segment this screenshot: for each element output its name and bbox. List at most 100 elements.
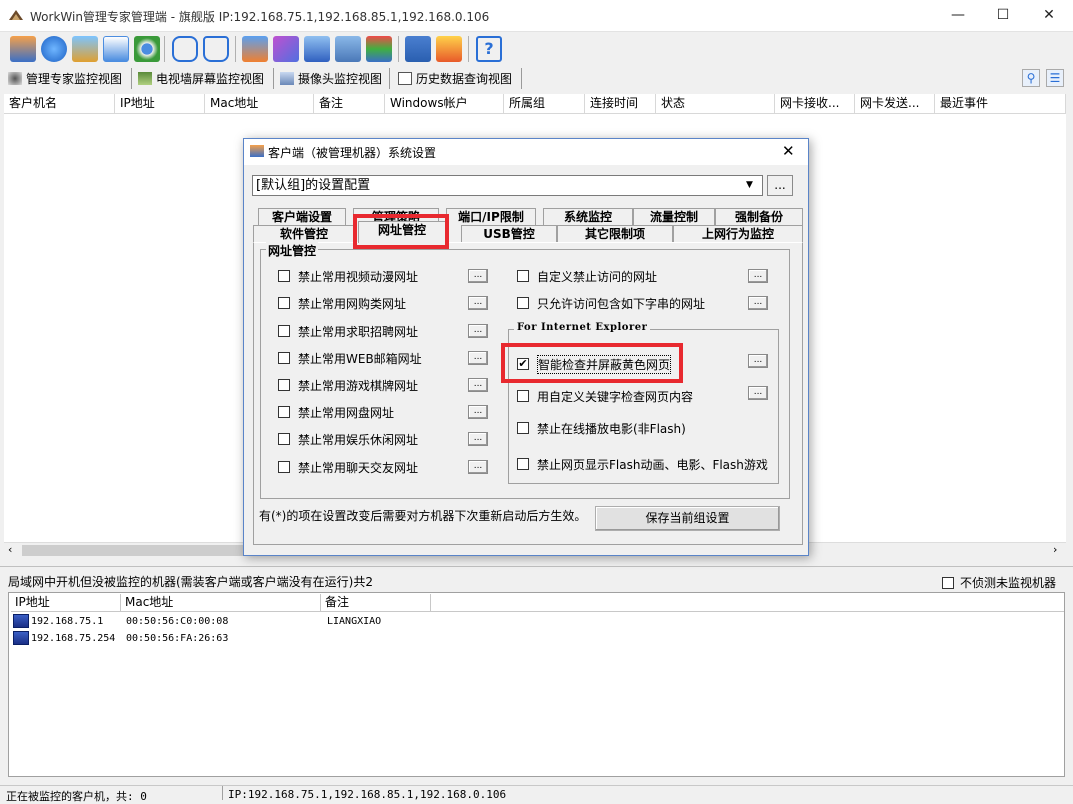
tab-software-control[interactable]: 软件管控 — [253, 225, 355, 242]
edit-list-button[interactable]: ... — [468, 460, 488, 474]
tab-tv-wall-view[interactable]: 电视墙屏幕监控视图 — [134, 68, 274, 89]
option-block-netdisk[interactable]: 禁止常用网盘网址 — [278, 404, 394, 420]
column-header[interactable]: 所属组 — [504, 94, 585, 114]
edit-list-button[interactable]: ... — [748, 354, 768, 368]
minimize-button[interactable]: — — [935, 0, 981, 30]
checkbox[interactable] — [278, 379, 290, 391]
column-header[interactable]: 网卡发送... — [855, 94, 935, 114]
checkbox[interactable] — [517, 297, 529, 309]
edit-list-button[interactable]: ... — [468, 378, 488, 392]
list-view-icon[interactable]: ☰ — [1046, 69, 1064, 87]
checkbox[interactable] — [517, 390, 529, 402]
checkbox[interactable] — [278, 297, 290, 309]
checkbox[interactable] — [278, 352, 290, 364]
magnifier-tools-icon[interactable] — [304, 36, 330, 62]
checkbox[interactable] — [517, 422, 529, 434]
option-allow-only-url[interactable]: 只允许访问包含如下字串的网址 — [517, 295, 705, 311]
option-custom-block-url[interactable]: 自定义禁止访问的网址 — [517, 268, 657, 284]
row-mac[interactable]: 00:50:56:FA:26:63 — [126, 633, 228, 644]
alarm-schedule-icon[interactable] — [436, 36, 462, 62]
remote-screen-icon[interactable] — [242, 36, 268, 62]
option-block-chat[interactable]: 禁止常用聊天交友网址 — [278, 459, 418, 475]
column-header[interactable]: 状态 — [656, 94, 775, 114]
row-ip[interactable]: 192.168.75.254 — [31, 633, 115, 644]
broadcast-icon[interactable] — [273, 36, 299, 62]
checkbox[interactable] — [278, 270, 290, 282]
edit-list-button[interactable]: ... — [748, 386, 768, 400]
column-header[interactable]: 最近事件 — [935, 94, 1066, 114]
checkbox[interactable] — [517, 270, 529, 282]
checkbox[interactable] — [517, 458, 529, 470]
checkbox-checked[interactable]: ✔ — [517, 358, 529, 370]
edit-list-button[interactable]: ... — [468, 296, 488, 310]
option-block-shopping[interactable]: 禁止常用网购类网址 — [278, 295, 406, 311]
option-block-games[interactable]: 禁止常用游戏棋牌网址 — [278, 377, 418, 393]
option-block-entertainment[interactable]: 禁止常用娱乐休闲网址 — [278, 431, 418, 447]
tab-client-settings[interactable]: 客户端设置 — [258, 208, 346, 225]
tab-history-view[interactable]: 历史数据查询视图 — [394, 68, 522, 89]
tab-traffic-control[interactable]: 流量控制 — [633, 208, 715, 225]
column-header[interactable]: 备注 — [314, 94, 385, 114]
splitter[interactable] — [0, 566, 1073, 570]
row-note[interactable]: LIANGXIAO — [327, 616, 381, 627]
grid-nodes-icon[interactable] — [172, 36, 198, 62]
tab-web-behavior[interactable]: 上网行为监控 — [673, 225, 803, 242]
ip-config-icon[interactable] — [405, 36, 431, 62]
document-search-icon[interactable] — [103, 36, 129, 62]
tab-other-limits[interactable]: 其它限制项 — [557, 225, 673, 242]
option-smart-porn-filter[interactable]: ✔ 智能检查并屏蔽黄色网页 — [517, 354, 672, 374]
edit-list-button[interactable]: ... — [748, 296, 768, 310]
column-header[interactable]: 连接时间 — [585, 94, 656, 114]
option-block-webmail[interactable]: 禁止常用WEB邮箱网址 — [278, 350, 422, 366]
column-header[interactable]: Windows帐户 — [385, 94, 504, 114]
no-detect-checkbox[interactable] — [942, 576, 954, 589]
tab-camera-view[interactable]: 摄像头监控视图 — [276, 68, 390, 89]
save-group-button[interactable]: 保存当前组设置 — [595, 506, 780, 531]
tab-monitor-view[interactable]: 管理专家监控视图 — [4, 68, 132, 89]
chart-report-icon[interactable] — [366, 36, 392, 62]
close-window-button[interactable]: ✕ — [1026, 0, 1072, 30]
chevron-down-icon[interactable]: ▼ — [746, 180, 753, 190]
dialog-close-button[interactable]: ✕ — [782, 142, 795, 160]
column-header[interactable]: Mac地址 — [121, 594, 321, 612]
column-header[interactable]: IP地址 — [115, 94, 205, 114]
search-icon[interactable]: ⚲ — [1022, 69, 1040, 87]
tab-usb-control[interactable]: USB管控 — [461, 225, 557, 242]
no-detect-option[interactable]: 不侦测未监视机器 — [942, 574, 1056, 591]
column-header[interactable]: Mac地址 — [205, 94, 314, 114]
tab-system-monitor[interactable]: 系统监控 — [543, 208, 633, 225]
edit-list-button[interactable]: ... — [748, 269, 768, 283]
option-block-online-movie[interactable]: 禁止在线播放电影(非Flash) — [517, 420, 686, 436]
tab-port-ip-limit[interactable]: 端口/IP限制 — [446, 208, 536, 225]
lock-user-icon[interactable] — [203, 36, 229, 62]
maximize-button[interactable]: ☐ — [980, 0, 1026, 30]
edit-list-button[interactable]: ... — [468, 405, 488, 419]
option-block-video[interactable]: 禁止常用视频动漫网址 — [278, 268, 418, 284]
edit-list-button[interactable]: ... — [468, 324, 488, 338]
scroll-right-icon[interactable]: › — [1053, 543, 1057, 556]
column-header[interactable]: 客户机名 — [4, 94, 115, 114]
multi-window-icon[interactable] — [335, 36, 361, 62]
column-header[interactable]: 网卡接收... — [775, 94, 855, 114]
scrollbar-thumb[interactable] — [22, 545, 272, 556]
column-header[interactable]: IP地址 — [11, 594, 121, 612]
group-select[interactable]: [默认组]的设置配置 — [252, 175, 763, 196]
row-mac[interactable]: 00:50:56:C0:00:08 — [126, 616, 228, 627]
clients-icon[interactable] — [10, 36, 36, 62]
checkbox[interactable] — [278, 433, 290, 445]
column-header[interactable]: 备注 — [321, 594, 431, 612]
checkbox[interactable] — [278, 461, 290, 473]
option-block-jobs[interactable]: 禁止常用求职招聘网址 — [278, 323, 418, 339]
checkbox[interactable] — [278, 406, 290, 418]
option-block-flash[interactable]: 禁止网页显示Flash动画、电影、Flash游戏 — [517, 456, 768, 472]
edit-list-button[interactable]: ... — [468, 269, 488, 283]
tab-forced-backup[interactable]: 强制备份 — [715, 208, 803, 225]
row-ip[interactable]: 192.168.75.1 — [31, 616, 103, 627]
network-globe-icon[interactable] — [41, 36, 67, 62]
computer-settings-icon[interactable] — [72, 36, 98, 62]
edit-list-button[interactable]: ... — [468, 432, 488, 446]
scroll-left-icon[interactable]: ‹ — [8, 543, 12, 556]
edit-list-button[interactable]: ... — [468, 351, 488, 365]
gear-people-icon[interactable] — [134, 36, 160, 62]
group-more-button[interactable]: ... — [767, 175, 793, 196]
